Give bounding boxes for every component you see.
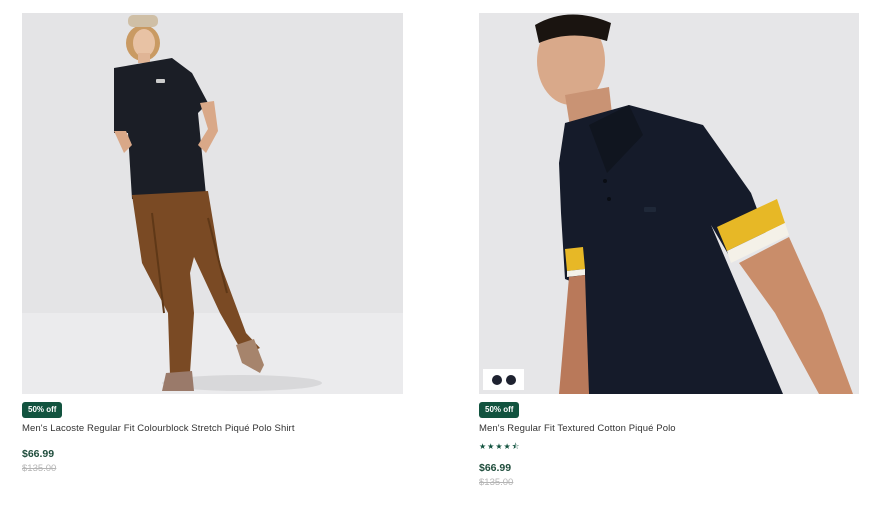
discount-badge: 50% off: [479, 402, 520, 418]
product-photo-man-navy-polo: [479, 13, 859, 394]
product-title[interactable]: Men's Regular Fit Textured Cotton Piqué …: [479, 423, 859, 434]
sale-price: $66.99: [22, 448, 55, 460]
product-card[interactable]: 50% off Men's Lacoste Regular Fit Colour…: [22, 13, 403, 474]
product-title[interactable]: Men's Lacoste Regular Fit Colourblock St…: [22, 423, 403, 434]
original-price: $135.00: [479, 477, 514, 488]
color-swatches[interactable]: [483, 369, 524, 390]
rating-stars[interactable]: ★★★★⯪: [479, 442, 859, 452]
original-price: $135.00: [22, 463, 57, 474]
color-swatch[interactable]: [491, 374, 502, 385]
product-card[interactable]: 50% off Men's Regular Fit Textured Cotto…: [479, 13, 859, 488]
discount-badge: 50% off: [22, 402, 63, 418]
sale-price: $66.99: [479, 462, 512, 474]
color-swatch[interactable]: [505, 374, 516, 385]
product-photo-man-brown-trousers: [22, 13, 403, 394]
product-image[interactable]: [479, 13, 859, 394]
product-image[interactable]: [22, 13, 403, 394]
